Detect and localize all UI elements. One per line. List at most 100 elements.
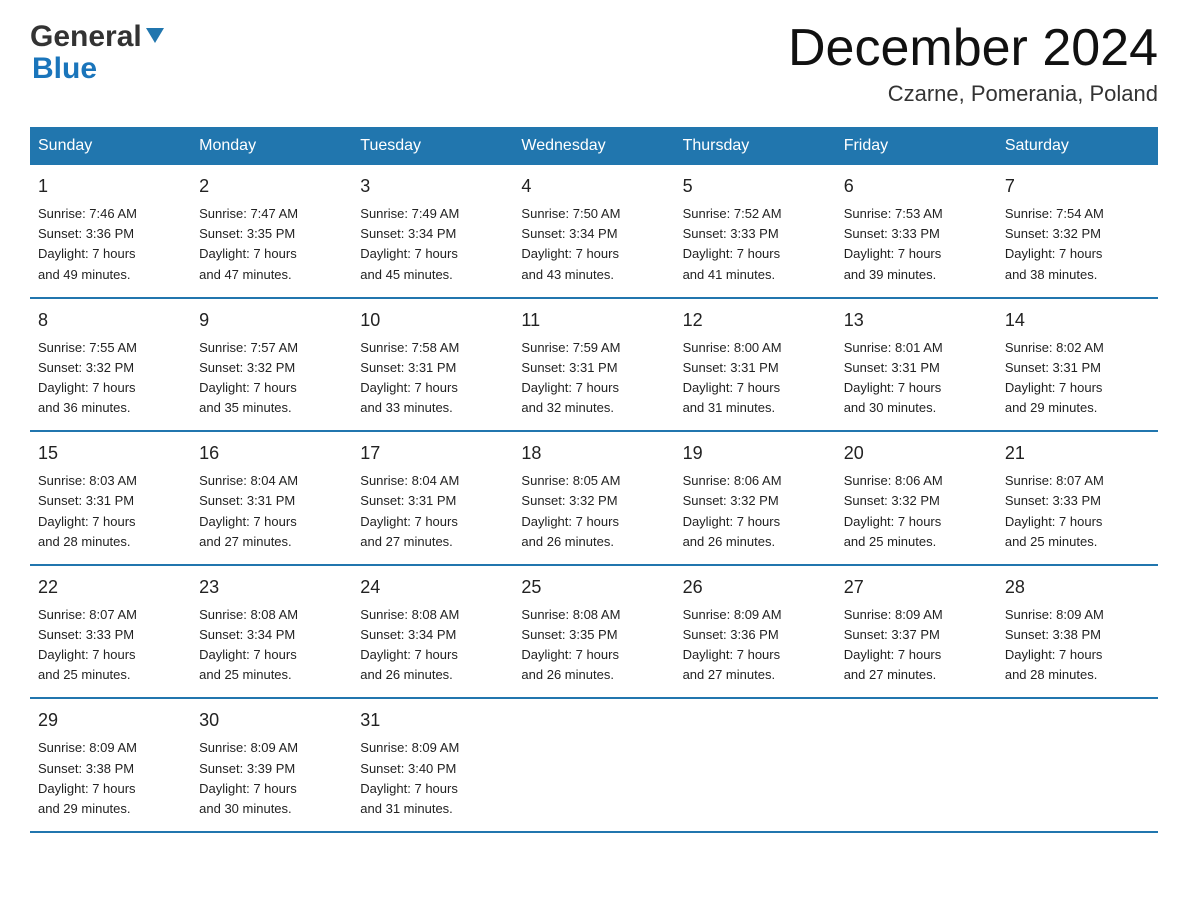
day-cell	[513, 698, 674, 832]
day-number: 9	[199, 307, 344, 334]
day-number: 18	[521, 440, 666, 467]
column-header-wednesday: Wednesday	[513, 127, 674, 165]
logo-general-text: General	[30, 20, 142, 54]
day-number: 7	[1005, 173, 1150, 200]
day-number: 12	[683, 307, 828, 334]
column-header-friday: Friday	[836, 127, 997, 165]
day-number: 3	[360, 173, 505, 200]
day-info: Sunrise: 7:47 AMSunset: 3:35 PMDaylight:…	[199, 204, 344, 285]
day-info: Sunrise: 7:52 AMSunset: 3:33 PMDaylight:…	[683, 204, 828, 285]
day-number: 31	[360, 707, 505, 734]
day-info: Sunrise: 8:07 AMSunset: 3:33 PMDaylight:…	[1005, 471, 1150, 552]
day-cell: 18 Sunrise: 8:05 AMSunset: 3:32 PMDayligh…	[513, 431, 674, 565]
day-number: 13	[844, 307, 989, 334]
day-info: Sunrise: 7:55 AMSunset: 3:32 PMDaylight:…	[38, 338, 183, 419]
week-row-2: 8 Sunrise: 7:55 AMSunset: 3:32 PMDaylight…	[30, 298, 1158, 432]
day-cell: 24 Sunrise: 8:08 AMSunset: 3:34 PMDayligh…	[352, 565, 513, 699]
day-number: 27	[844, 574, 989, 601]
day-info: Sunrise: 8:09 AMSunset: 3:37 PMDaylight:…	[844, 605, 989, 686]
day-cell: 23 Sunrise: 8:08 AMSunset: 3:34 PMDayligh…	[191, 565, 352, 699]
calendar-table: SundayMondayTuesdayWednesdayThursdayFrid…	[30, 127, 1158, 833]
day-cell: 19Sunrise: 8:06 AMSunset: 3:32 PMDayligh…	[675, 431, 836, 565]
day-number: 8	[38, 307, 183, 334]
day-number: 28	[1005, 574, 1150, 601]
day-cell: 29Sunrise: 8:09 AMSunset: 3:38 PMDayligh…	[30, 698, 191, 832]
week-row-1: 1Sunrise: 7:46 AMSunset: 3:36 PMDaylight…	[30, 165, 1158, 298]
day-cell: 25 Sunrise: 8:08 AMSunset: 3:35 PMDayligh…	[513, 565, 674, 699]
day-info: Sunrise: 7:59 AMSunset: 3:31 PMDaylight:…	[521, 338, 666, 419]
day-info: Sunrise: 7:53 AMSunset: 3:33 PMDaylight:…	[844, 204, 989, 285]
day-number: 15	[38, 440, 183, 467]
logo: General Blue	[30, 20, 166, 86]
day-info: Sunrise: 8:07 AMSunset: 3:33 PMDaylight:…	[38, 605, 183, 686]
column-header-tuesday: Tuesday	[352, 127, 513, 165]
column-header-sunday: Sunday	[30, 127, 191, 165]
day-info: Sunrise: 8:00 AMSunset: 3:31 PMDaylight:…	[683, 338, 828, 419]
day-number: 23	[199, 574, 344, 601]
day-cell: 10Sunrise: 7:58 AMSunset: 3:31 PMDayligh…	[352, 298, 513, 432]
day-cell: 15 Sunrise: 8:03 AMSunset: 3:31 PMDayligh…	[30, 431, 191, 565]
day-number: 25	[521, 574, 666, 601]
day-cell: 22 Sunrise: 8:07 AMSunset: 3:33 PMDayligh…	[30, 565, 191, 699]
day-number: 20	[844, 440, 989, 467]
day-number: 2	[199, 173, 344, 200]
day-info: Sunrise: 8:03 AMSunset: 3:31 PMDaylight:…	[38, 471, 183, 552]
page-header: General Blue December 2024 Czarne, Pomer…	[30, 20, 1158, 107]
day-info: Sunrise: 8:09 AMSunset: 3:39 PMDaylight:…	[199, 738, 344, 819]
day-number: 6	[844, 173, 989, 200]
day-info: Sunrise: 8:06 AMSunset: 3:32 PMDaylight:…	[683, 471, 828, 552]
day-info: Sunrise: 7:54 AMSunset: 3:32 PMDaylight:…	[1005, 204, 1150, 285]
day-cell	[997, 698, 1158, 832]
day-cell: 14Sunrise: 8:02 AMSunset: 3:31 PMDayligh…	[997, 298, 1158, 432]
day-cell: 13Sunrise: 8:01 AMSunset: 3:31 PMDayligh…	[836, 298, 997, 432]
day-cell: 1Sunrise: 7:46 AMSunset: 3:36 PMDaylight…	[30, 165, 191, 298]
day-number: 26	[683, 574, 828, 601]
day-cell: 16 Sunrise: 8:04 AMSunset: 3:31 PMDayligh…	[191, 431, 352, 565]
logo-blue-text: Blue	[30, 52, 166, 86]
day-number: 21	[1005, 440, 1150, 467]
day-info: Sunrise: 8:09 AMSunset: 3:38 PMDaylight:…	[38, 738, 183, 819]
column-header-saturday: Saturday	[997, 127, 1158, 165]
calendar-header-row: SundayMondayTuesdayWednesdayThursdayFrid…	[30, 127, 1158, 165]
column-header-thursday: Thursday	[675, 127, 836, 165]
calendar-title: December 2024	[788, 20, 1158, 77]
day-number: 1	[38, 173, 183, 200]
day-number: 30	[199, 707, 344, 734]
day-info: Sunrise: 8:05 AMSunset: 3:32 PMDaylight:…	[521, 471, 666, 552]
day-info: Sunrise: 7:49 AMSunset: 3:34 PMDaylight:…	[360, 204, 505, 285]
logo-arrow-icon	[144, 24, 166, 46]
week-row-5: 29Sunrise: 8:09 AMSunset: 3:38 PMDayligh…	[30, 698, 1158, 832]
day-cell: 30 Sunrise: 8:09 AMSunset: 3:39 PMDayligh…	[191, 698, 352, 832]
day-number: 11	[521, 307, 666, 334]
day-cell	[836, 698, 997, 832]
day-cell: 9 Sunrise: 7:57 AMSunset: 3:32 PMDaylight…	[191, 298, 352, 432]
day-info: Sunrise: 7:57 AMSunset: 3:32 PMDaylight:…	[199, 338, 344, 419]
calendar-subtitle: Czarne, Pomerania, Poland	[788, 81, 1158, 107]
column-header-monday: Monday	[191, 127, 352, 165]
day-cell: 26 Sunrise: 8:09 AMSunset: 3:36 PMDayligh…	[675, 565, 836, 699]
day-number: 24	[360, 574, 505, 601]
day-cell	[675, 698, 836, 832]
day-info: Sunrise: 8:08 AMSunset: 3:35 PMDaylight:…	[521, 605, 666, 686]
day-cell: 2 Sunrise: 7:47 AMSunset: 3:35 PMDaylight…	[191, 165, 352, 298]
day-info: Sunrise: 7:58 AMSunset: 3:31 PMDaylight:…	[360, 338, 505, 419]
day-info: Sunrise: 8:09 AMSunset: 3:38 PMDaylight:…	[1005, 605, 1150, 686]
day-cell: 21 Sunrise: 8:07 AMSunset: 3:33 PMDayligh…	[997, 431, 1158, 565]
week-row-3: 15 Sunrise: 8:03 AMSunset: 3:31 PMDayligh…	[30, 431, 1158, 565]
day-info: Sunrise: 8:04 AMSunset: 3:31 PMDaylight:…	[199, 471, 344, 552]
day-info: Sunrise: 7:50 AMSunset: 3:34 PMDaylight:…	[521, 204, 666, 285]
day-info: Sunrise: 8:09 AMSunset: 3:40 PMDaylight:…	[360, 738, 505, 819]
day-cell: 3 Sunrise: 7:49 AMSunset: 3:34 PMDaylight…	[352, 165, 513, 298]
day-info: Sunrise: 8:09 AMSunset: 3:36 PMDaylight:…	[683, 605, 828, 686]
day-number: 16	[199, 440, 344, 467]
day-info: Sunrise: 8:04 AMSunset: 3:31 PMDaylight:…	[360, 471, 505, 552]
day-info: Sunrise: 8:08 AMSunset: 3:34 PMDaylight:…	[199, 605, 344, 686]
day-number: 22	[38, 574, 183, 601]
day-cell: 11 Sunrise: 7:59 AMSunset: 3:31 PMDayligh…	[513, 298, 674, 432]
day-number: 17	[360, 440, 505, 467]
day-cell: 7 Sunrise: 7:54 AMSunset: 3:32 PMDaylight…	[997, 165, 1158, 298]
day-info: Sunrise: 8:08 AMSunset: 3:34 PMDaylight:…	[360, 605, 505, 686]
day-number: 4	[521, 173, 666, 200]
day-info: Sunrise: 8:02 AMSunset: 3:31 PMDaylight:…	[1005, 338, 1150, 419]
day-cell: 12 Sunrise: 8:00 AMSunset: 3:31 PMDayligh…	[675, 298, 836, 432]
